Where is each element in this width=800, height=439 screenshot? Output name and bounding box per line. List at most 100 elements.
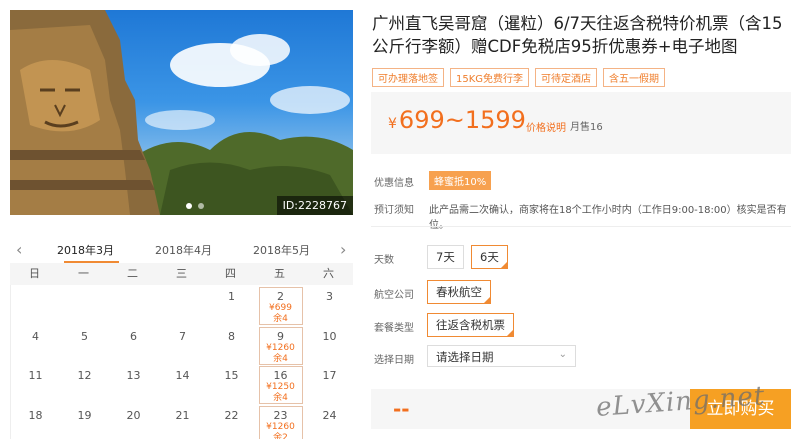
calendar-day-available[interactable]: 2 ¥699 余4 [258,287,303,325]
calendar-grid: 1 2 ¥699 余4 3 4 5 6 7 8 9 ¥1260 余4 10 11 12 13 14 15 16 ¥125… [10,285,353,439]
calendar-day: 17 [308,370,352,382]
package-option[interactable]: 往返含税机票 [427,313,514,337]
package-label: 套餐类型 [374,323,414,334]
product-image[interactable]: ID:2228767 [10,10,353,215]
calendar-day-number: 18 [28,408,43,422]
calendar-day-available[interactable]: 16 ¥1250 余4 [258,366,303,404]
promo-badge: 蜂蜜抵10% [429,171,492,190]
calendar-day-remaining: 余4 [273,353,288,364]
calendar-day-number: 15 [224,369,239,382]
product-tags: 可办理落地签 15KG免费行李 可待定酒店 含五一假期 [372,68,666,87]
divider [371,226,791,227]
airline-label: 航空公司 [374,290,414,301]
month-tab-may[interactable]: 2018年5月 [253,242,310,258]
promo-label: 优惠信息 [374,178,414,189]
angkor-photo [10,10,353,215]
airline-option[interactable]: 春秋航空 [427,280,491,304]
calendar-day: 18 [14,408,58,422]
carousel-dot[interactable] [186,203,192,209]
calendar-day-number: 2 [277,290,284,303]
weekday-header: 日 一 二 三 四 五 六 [10,263,353,285]
calendar-day-number: 6 [130,329,137,343]
calendar-day-remaining: 余4 [273,314,288,324]
tag-may-day: 含五一假期 [603,68,666,87]
calendar-day: 22 [210,408,254,422]
calendar-day-number: 8 [228,329,235,343]
calendar-day-available[interactable]: 23 ¥1260 余2 [258,405,303,439]
calendar-day-price: ¥699 [269,303,292,313]
monthly-sales: 月售16 [570,122,603,133]
weekday: 五 [274,267,285,280]
month-nav: ‹ 2018年3月 2018年4月 2018年5月 › [10,238,353,262]
calendar-day: 21 [161,408,205,422]
calendar-day: 19 [63,409,107,422]
tag-hotel-pending: 可待定酒店 [535,68,598,87]
calendar-day-remaining: 余2 [273,432,288,439]
calendar-day-price: ¥1260 [266,421,295,432]
calendar-day-number: 7 [179,329,186,343]
calendar-day: 1 [210,291,254,303]
calendar-day-price: ¥1250 [266,382,295,392]
calendar-day-number: 14 [175,369,190,382]
calendar-day-number: 22 [224,408,239,422]
days-label: 天数 [374,255,394,266]
calendar-day: 7 [161,329,205,343]
next-month-icon[interactable]: › [340,240,346,259]
month-tab-april[interactable]: 2018年4月 [155,242,212,258]
calendar-day-number: 5 [81,329,88,343]
calendar-day-number: 20 [126,408,141,422]
calendar-day: 4 [14,329,58,343]
weekday: 二 [127,267,138,280]
calendar-day-number: 4 [32,329,39,343]
calendar-day-number: 3 [326,290,333,303]
calendar-day: 11 [14,370,58,382]
carousel-dot[interactable] [198,203,204,209]
calendar-day-number: 9 [277,329,284,343]
calendar-day-number: 12 [77,369,92,382]
date-select-placeholder: 请选择日期 [436,350,494,364]
tag-free-luggage: 15KG免费行李 [450,68,530,87]
calendar-day-available[interactable]: 9 ¥1260 余4 [258,326,303,365]
prev-month-icon[interactable]: ‹ [16,240,22,259]
tag-visa-on-arrival: 可办理落地签 [372,68,444,87]
weekday: 三 [176,267,187,280]
price-box: ¥699~1599 价格说明 月售16 [371,92,791,154]
calendar-day-number: 23 [273,408,288,422]
calendar-day-number: 11 [28,369,43,382]
calendar-day: 12 [63,370,107,382]
weekday: 四 [225,267,236,280]
calendar-day-price: ¥1260 [266,342,295,353]
days-option-6[interactable]: 6天 [471,245,508,269]
weekday: 日 [29,267,40,280]
calendar-day: 24 [308,409,352,422]
calendar-day-number: 21 [175,408,190,422]
calendar-day: 14 [161,370,205,382]
calendar-day-number: 10 [322,329,337,343]
calendar-day: 5 [63,329,107,343]
chevron-down-icon: ⌄ [558,349,567,360]
notice-label: 预订须知 [374,205,414,216]
product-title: 广州直飞吴哥窟（暹粒）6/7天往返含税特价机票（含15公斤行李额）赠CDF免税店… [372,14,783,56]
date-label: 选择日期 [374,355,414,366]
date-select[interactable]: 请选择日期 ⌄ [427,345,576,367]
total-price: -- [393,397,410,421]
calendar-day: 3 [308,291,352,303]
calendar-day: 13 [112,370,156,382]
calendar-day-number: 16 [273,369,288,382]
month-tab-march[interactable]: 2018年3月 [57,242,114,258]
calendar-day: 6 [112,329,156,343]
calendar-day-number: 13 [126,369,141,382]
price-explanation-link[interactable]: 价格说明 [526,119,566,134]
days-option-7[interactable]: 7天 [427,245,464,269]
calendar-day-number: 1 [228,290,235,303]
calendar-day: 8 [210,329,254,343]
weekday: 一 [78,267,89,280]
weekday: 六 [323,267,334,280]
calendar-day-remaining: 余4 [273,393,288,403]
carousel-dots[interactable] [186,203,204,209]
calendar-day: 20 [112,408,156,422]
calendar-day-number: 17 [322,369,337,382]
calendar-day: 10 [308,329,352,343]
price: ¥699~1599 [388,106,526,134]
calendar-day: 15 [210,370,254,382]
